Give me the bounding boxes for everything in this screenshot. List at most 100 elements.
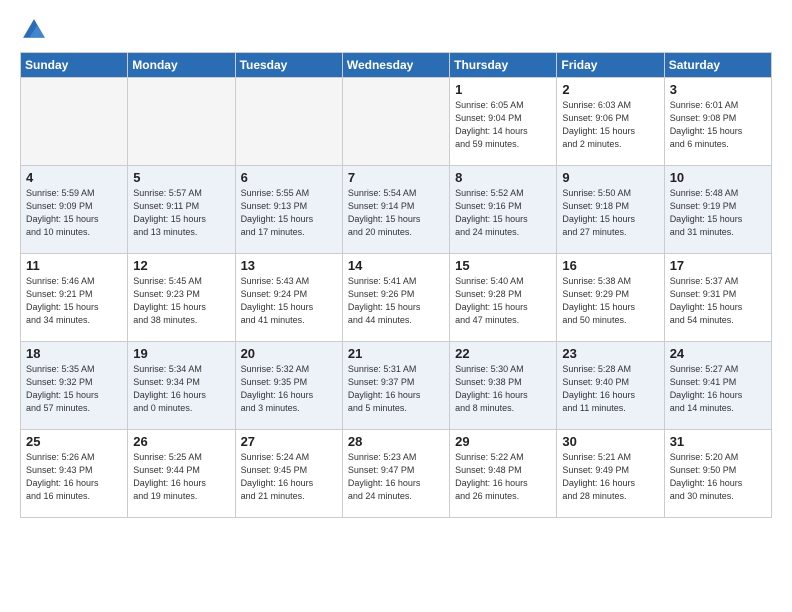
day-number: 21 (348, 346, 444, 361)
day-cell (128, 78, 235, 166)
day-number: 13 (241, 258, 337, 273)
day-number: 27 (241, 434, 337, 449)
day-number: 14 (348, 258, 444, 273)
day-info: Sunrise: 6:01 AM Sunset: 9:08 PM Dayligh… (670, 99, 766, 151)
logo-icon (20, 16, 48, 44)
day-cell: 23 Sunrise: 5:28 AM Sunset: 9:40 PM Dayli… (557, 342, 664, 430)
logo (20, 16, 52, 44)
day-cell: 16Sunrise: 5:38 AM Sunset: 9:29 PM Dayli… (557, 254, 664, 342)
col-header-sunday: Sunday (21, 53, 128, 78)
calendar-table: SundayMondayTuesdayWednesdayThursdayFrid… (20, 52, 772, 518)
day-info: Sunrise: 5:27 AM Sunset: 9:41 PM Dayligh… (670, 363, 766, 415)
day-info: Sunrise: 5:23 AM Sunset: 9:47 PM Dayligh… (348, 451, 444, 503)
col-header-tuesday: Tuesday (235, 53, 342, 78)
day-cell: 21Sunrise: 5:31 AM Sunset: 9:37 PM Dayli… (342, 342, 449, 430)
day-number: 5 (133, 170, 229, 185)
day-info: Sunrise: 5:21 AM Sunset: 9:49 PM Dayligh… (562, 451, 658, 503)
day-number: 4 (26, 170, 122, 185)
day-info: Sunrise: 5:22 AM Sunset: 9:48 PM Dayligh… (455, 451, 551, 503)
day-info: Sunrise: 5:35 AM Sunset: 9:32 PM Dayligh… (26, 363, 122, 415)
day-info: Sunrise: 5:30 AM Sunset: 9:38 PM Dayligh… (455, 363, 551, 415)
day-number: 7 (348, 170, 444, 185)
day-info: Sunrise: 5:37 AM Sunset: 9:31 PM Dayligh… (670, 275, 766, 327)
col-header-monday: Monday (128, 53, 235, 78)
day-cell: 19 Sunrise: 5:34 AM Sunset: 9:34 PM Dayli… (128, 342, 235, 430)
day-info: Sunrise: 5:45 AM Sunset: 9:23 PM Dayligh… (133, 275, 229, 327)
day-number: 12 (133, 258, 229, 273)
day-number: 17 (670, 258, 766, 273)
day-info: Sunrise: 5:52 AM Sunset: 9:16 PM Dayligh… (455, 187, 551, 239)
day-info: Sunrise: 5:24 AM Sunset: 9:45 PM Dayligh… (241, 451, 337, 503)
day-number: 6 (241, 170, 337, 185)
day-info: Sunrise: 5:32 AM Sunset: 9:35 PM Dayligh… (241, 363, 337, 415)
day-cell (235, 78, 342, 166)
day-cell: 3 Sunrise: 6:01 AM Sunset: 9:08 PM Daylig… (664, 78, 771, 166)
day-cell: 15 Sunrise: 5:40 AM Sunset: 9:28 PM Dayli… (450, 254, 557, 342)
day-cell: 2Sunrise: 6:03 AM Sunset: 9:06 PM Daylig… (557, 78, 664, 166)
day-cell: 26Sunrise: 5:25 AM Sunset: 9:44 PM Dayli… (128, 430, 235, 518)
day-number: 22 (455, 346, 551, 361)
day-number: 19 (133, 346, 229, 361)
day-cell: 1 Sunrise: 6:05 AM Sunset: 9:04 PM Daylig… (450, 78, 557, 166)
day-cell: 11 Sunrise: 5:46 AM Sunset: 9:21 PM Dayli… (21, 254, 128, 342)
day-info: Sunrise: 5:59 AM Sunset: 9:09 PM Dayligh… (26, 187, 122, 239)
day-number: 20 (241, 346, 337, 361)
day-number: 29 (455, 434, 551, 449)
week-row-2: 4 Sunrise: 5:59 AM Sunset: 9:09 PM Daylig… (21, 166, 772, 254)
day-cell (21, 78, 128, 166)
day-info: Sunrise: 5:48 AM Sunset: 9:19 PM Dayligh… (670, 187, 766, 239)
day-number: 3 (670, 82, 766, 97)
day-cell: 5 Sunrise: 5:57 AM Sunset: 9:11 PM Daylig… (128, 166, 235, 254)
day-info: Sunrise: 5:28 AM Sunset: 9:40 PM Dayligh… (562, 363, 658, 415)
col-header-friday: Friday (557, 53, 664, 78)
day-info: Sunrise: 5:50 AM Sunset: 9:18 PM Dayligh… (562, 187, 658, 239)
day-cell: 30 Sunrise: 5:21 AM Sunset: 9:49 PM Dayli… (557, 430, 664, 518)
day-number: 2 (562, 82, 658, 97)
day-number: 28 (348, 434, 444, 449)
day-info: Sunrise: 5:40 AM Sunset: 9:28 PM Dayligh… (455, 275, 551, 327)
page: SundayMondayTuesdayWednesdayThursdayFrid… (0, 0, 792, 534)
col-header-wednesday: Wednesday (342, 53, 449, 78)
day-info: Sunrise: 5:46 AM Sunset: 9:21 PM Dayligh… (26, 275, 122, 327)
day-cell: 10Sunrise: 5:48 AM Sunset: 9:19 PM Dayli… (664, 166, 771, 254)
day-number: 9 (562, 170, 658, 185)
day-cell: 6 Sunrise: 5:55 AM Sunset: 9:13 PM Daylig… (235, 166, 342, 254)
day-number: 1 (455, 82, 551, 97)
day-number: 25 (26, 434, 122, 449)
day-cell: 29 Sunrise: 5:22 AM Sunset: 9:48 PM Dayli… (450, 430, 557, 518)
day-cell: 24 Sunrise: 5:27 AM Sunset: 9:41 PM Dayli… (664, 342, 771, 430)
day-number: 8 (455, 170, 551, 185)
day-cell: 27 Sunrise: 5:24 AM Sunset: 9:45 PM Dayli… (235, 430, 342, 518)
col-header-saturday: Saturday (664, 53, 771, 78)
day-info: Sunrise: 5:57 AM Sunset: 9:11 PM Dayligh… (133, 187, 229, 239)
day-number: 24 (670, 346, 766, 361)
day-cell (342, 78, 449, 166)
header-row: SundayMondayTuesdayWednesdayThursdayFrid… (21, 53, 772, 78)
day-info: Sunrise: 5:41 AM Sunset: 9:26 PM Dayligh… (348, 275, 444, 327)
day-number: 18 (26, 346, 122, 361)
day-info: Sunrise: 6:05 AM Sunset: 9:04 PM Dayligh… (455, 99, 551, 151)
day-number: 11 (26, 258, 122, 273)
day-number: 31 (670, 434, 766, 449)
week-row-3: 11 Sunrise: 5:46 AM Sunset: 9:21 PM Dayli… (21, 254, 772, 342)
day-cell: 7Sunrise: 5:54 AM Sunset: 9:14 PM Daylig… (342, 166, 449, 254)
day-cell: 28 Sunrise: 5:23 AM Sunset: 9:47 PM Dayli… (342, 430, 449, 518)
day-info: Sunrise: 5:43 AM Sunset: 9:24 PM Dayligh… (241, 275, 337, 327)
week-row-5: 25Sunrise: 5:26 AM Sunset: 9:43 PM Dayli… (21, 430, 772, 518)
day-number: 15 (455, 258, 551, 273)
day-cell: 12 Sunrise: 5:45 AM Sunset: 9:23 PM Dayli… (128, 254, 235, 342)
day-cell: 8 Sunrise: 5:52 AM Sunset: 9:16 PM Daylig… (450, 166, 557, 254)
day-cell: 22 Sunrise: 5:30 AM Sunset: 9:38 PM Dayli… (450, 342, 557, 430)
day-cell: 18 Sunrise: 5:35 AM Sunset: 9:32 PM Dayli… (21, 342, 128, 430)
header (20, 16, 772, 44)
day-info: Sunrise: 5:38 AM Sunset: 9:29 PM Dayligh… (562, 275, 658, 327)
day-info: Sunrise: 5:20 AM Sunset: 9:50 PM Dayligh… (670, 451, 766, 503)
col-header-thursday: Thursday (450, 53, 557, 78)
day-info: Sunrise: 5:55 AM Sunset: 9:13 PM Dayligh… (241, 187, 337, 239)
day-number: 23 (562, 346, 658, 361)
day-number: 30 (562, 434, 658, 449)
day-info: Sunrise: 5:25 AM Sunset: 9:44 PM Dayligh… (133, 451, 229, 503)
day-cell: 13 Sunrise: 5:43 AM Sunset: 9:24 PM Dayli… (235, 254, 342, 342)
day-info: Sunrise: 5:34 AM Sunset: 9:34 PM Dayligh… (133, 363, 229, 415)
day-cell: 17 Sunrise: 5:37 AM Sunset: 9:31 PM Dayli… (664, 254, 771, 342)
